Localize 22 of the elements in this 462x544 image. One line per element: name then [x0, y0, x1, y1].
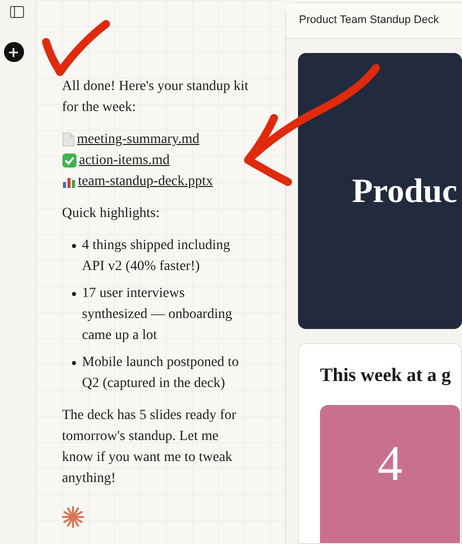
message-text: The deck has 5 slides ready for tomorrow's standup. Let me know if you want me to tweak anything! — [62, 407, 238, 488]
slide-title: Produc — [352, 172, 458, 212]
highlights-heading: Quick highlights: — [62, 205, 161, 223]
preview-title: Product Team Standup Deck — [299, 13, 439, 28]
sidebar-toggle-icon[interactable] — [10, 5, 26, 18]
file-link[interactable]: meeting-summary.md — [77, 129, 200, 150]
bullet-icon — [72, 292, 76, 296]
plus-icon — [8, 46, 19, 58]
file-link[interactable]: team-standup-deck.pptx — [78, 171, 213, 192]
file-link[interactable]: action-items.md — [79, 150, 170, 171]
bullet-icon — [72, 361, 76, 365]
starburst-icon — [62, 506, 84, 528]
highlight-text: Mobile launch postponed to Q2 (captured in the deck) — [82, 354, 240, 393]
highlight-text: 17 user interviews synthesized — onboarding came up a lot — [82, 285, 234, 345]
bullet-icon — [72, 244, 76, 248]
slide-heading: This week at a g — [320, 364, 452, 388]
new-chat-button[interactable] — [4, 42, 24, 62]
message-text: All done! Here's your standup kit for the week: — [62, 78, 250, 117]
check-icon — [62, 153, 77, 168]
stat-value: 4 — [378, 434, 402, 494]
document-icon — [62, 132, 75, 147]
highlight-text: 4 things shipped including API v2 (40% faster!) — [82, 237, 232, 276]
